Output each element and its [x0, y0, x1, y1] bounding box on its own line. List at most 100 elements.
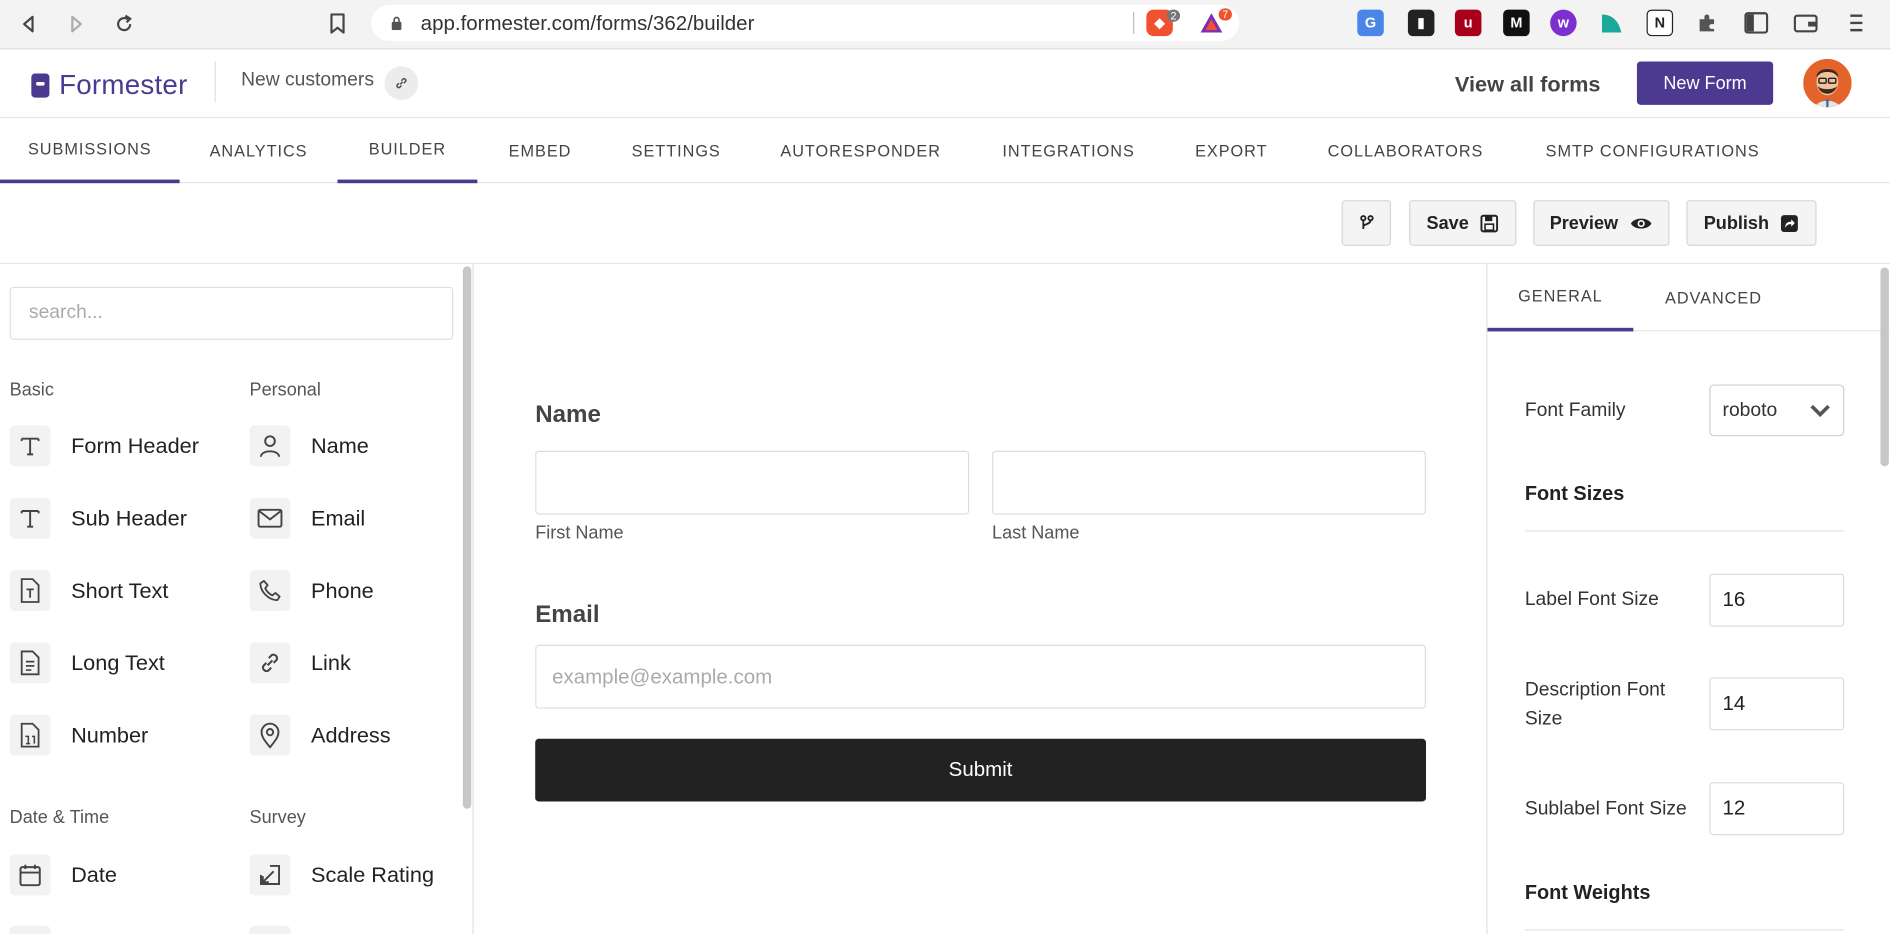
envelope-icon: [249, 497, 291, 539]
field-icon-partial[interactable]: [249, 925, 291, 934]
sublabel-font-size-label: Sublabel Font Size: [1524, 799, 1687, 820]
palette-scrollbar[interactable]: [462, 266, 472, 809]
floppy-disk-icon: [1480, 213, 1499, 232]
field-phone[interactable]: Phone: [249, 569, 374, 612]
tab-submissions[interactable]: SUBMISSIONS: [0, 118, 180, 184]
tab-general[interactable]: GENERAL: [1487, 264, 1634, 332]
field-label: Phone: [310, 577, 374, 602]
last-name-input[interactable]: [992, 450, 1426, 515]
field-scale-rating[interactable]: Scale Rating: [249, 853, 435, 896]
font-sizes-heading: Font Sizes: [1524, 483, 1625, 505]
back-icon[interactable]: [14, 10, 43, 39]
submit-button[interactable]: Submit: [535, 738, 1426, 802]
menu-icon[interactable]: [1843, 10, 1870, 37]
field-number[interactable]: Number: [9, 713, 149, 756]
label-font-size-label: Label Font Size: [1524, 589, 1659, 610]
preview-label: Preview: [1549, 212, 1619, 234]
tab-collaborators[interactable]: COLLABORATORS: [1297, 118, 1514, 183]
field-sub-header[interactable]: Sub Header: [9, 497, 187, 540]
number-file-icon: [9, 714, 51, 756]
translate-icon[interactable]: G: [1357, 9, 1384, 37]
app-window: app.formester.com/forms/362/builder ◆ 2 …: [0, 0, 1890, 934]
sublabel-font-size-input[interactable]: 12: [1709, 782, 1845, 836]
extension-teal-icon[interactable]: [1598, 10, 1625, 37]
label-font-size-input[interactable]: 16: [1709, 573, 1845, 627]
avatar[interactable]: [1803, 59, 1852, 108]
field-date[interactable]: Date: [9, 853, 117, 896]
builder-toolbar: Save Preview Publish: [0, 183, 1890, 264]
tab-builder[interactable]: BUILDER: [337, 118, 478, 184]
preview-button[interactable]: Preview: [1533, 200, 1670, 246]
category-personal: Personal: [249, 379, 321, 401]
tab-export[interactable]: EXPORT: [1166, 118, 1297, 183]
description-font-size-input[interactable]: 14: [1709, 677, 1845, 731]
link-icon: [396, 78, 407, 89]
extension-w-icon[interactable]: w: [1550, 9, 1577, 37]
tab-advanced[interactable]: ADVANCED: [1633, 264, 1793, 331]
sidebar-toggle-icon[interactable]: [1743, 10, 1770, 37]
formester-logo-icon: [31, 72, 50, 98]
description-font-size-label: Description Font Size: [1524, 679, 1666, 730]
tab-autoresponder[interactable]: AUTORESPONDER: [750, 118, 972, 183]
first-name-input[interactable]: [535, 450, 970, 515]
category-date-time: Date & Time: [9, 807, 110, 828]
field-link[interactable]: Link: [249, 641, 351, 684]
tab-smtp-configurations[interactable]: SMTP CONFIGURATIONS: [1514, 118, 1791, 183]
map-pin-icon: [249, 714, 291, 756]
field-label: Address: [310, 722, 391, 747]
brave-badge: 2: [1166, 9, 1181, 22]
wallet-icon[interactable]: [1792, 10, 1819, 37]
field-name[interactable]: Name: [249, 424, 369, 467]
publish-button[interactable]: Publish: [1686, 200, 1817, 246]
field-short-text[interactable]: Short Text: [9, 569, 168, 612]
email-input[interactable]: [535, 644, 1426, 709]
copy-link-button[interactable]: [384, 66, 419, 101]
text-file-icon: [9, 570, 51, 612]
properties-tabs: GENERAL ADVANCED: [1487, 264, 1890, 332]
category-basic: Basic: [9, 379, 54, 401]
medium-icon[interactable]: M: [1503, 9, 1530, 37]
field-label: Number: [71, 722, 149, 747]
search-input[interactable]: [9, 286, 454, 340]
scale-arrow-icon: [249, 854, 291, 896]
tab-embed[interactable]: EMBED: [477, 118, 602, 183]
link-icon: [249, 642, 291, 684]
category-survey: Survey: [249, 807, 306, 828]
tab-settings[interactable]: SETTINGS: [603, 118, 750, 183]
font-weights-heading: Font Weights: [1524, 882, 1651, 904]
notion-icon[interactable]: N: [1646, 9, 1674, 37]
section-divider: [1524, 929, 1845, 931]
url-text: app.formester.com/forms/362/builder: [420, 12, 755, 35]
address-bar[interactable]: app.formester.com/forms/362/builder ◆ 2 …: [371, 4, 1240, 41]
font-family-select[interactable]: roboto: [1709, 384, 1845, 437]
new-form-button[interactable]: New Form: [1636, 61, 1774, 105]
field-long-text[interactable]: Long Text: [9, 641, 165, 684]
field-label: Long Text: [71, 650, 165, 675]
app-header: Formester New customers View all forms N…: [0, 49, 1890, 119]
field-label: Link: [310, 650, 351, 675]
logo[interactable]: Formester: [31, 69, 187, 102]
tab-analytics[interactable]: ANALYTICS: [180, 118, 338, 183]
view-all-forms-link[interactable]: View all forms: [1455, 72, 1601, 97]
text-t-icon: [9, 425, 51, 467]
tab-integrations[interactable]: INTEGRATIONS: [972, 118, 1166, 183]
save-button[interactable]: Save: [1409, 200, 1517, 246]
field-label: Scale Rating: [310, 862, 435, 887]
save-label: Save: [1426, 212, 1469, 234]
extensions-puzzle-icon[interactable]: [1694, 10, 1721, 37]
forward-icon[interactable]: [61, 10, 90, 39]
bookmark-icon[interactable]: [323, 10, 352, 39]
form-tabs: SUBMISSIONS ANALYTICS BUILDER EMBED SETT…: [0, 118, 1890, 184]
ublock-icon[interactable]: u: [1454, 9, 1482, 37]
phone-icon: [249, 570, 291, 612]
properties-scrollbar[interactable]: [1880, 267, 1889, 467]
password-manager-icon[interactable]: ▮: [1407, 9, 1435, 37]
bat-badge: 7: [1218, 8, 1232, 21]
eye-icon: [1629, 213, 1653, 232]
reload-icon[interactable]: [110, 10, 139, 39]
version-button[interactable]: [1341, 200, 1392, 246]
field-email[interactable]: Email: [249, 497, 365, 540]
field-icon-partial[interactable]: [9, 925, 51, 934]
field-form-header[interactable]: Form Header: [9, 424, 199, 467]
field-address[interactable]: Address: [249, 713, 391, 756]
